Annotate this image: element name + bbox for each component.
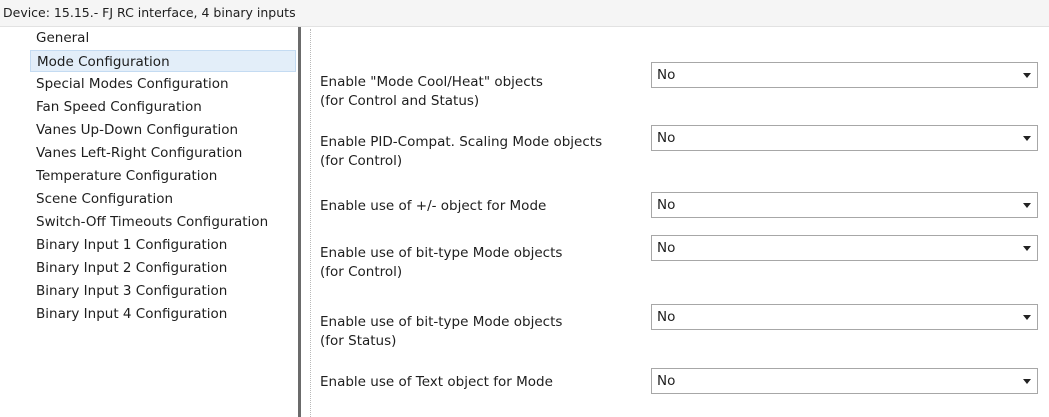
chevron-down-icon: [1023, 203, 1031, 208]
parameter-panel: Enable "Mode Cool/Heat" objects (for Con…: [304, 27, 1049, 417]
dropdown-text-object-mode[interactable]: No: [651, 368, 1038, 394]
chevron-down-icon: [1023, 246, 1031, 251]
chevron-down-icon: [1023, 315, 1031, 320]
param-label-line: Enable use of bit-type Mode objects: [320, 245, 563, 261]
param-label-bit-type-status: Enable use of bit-type Mode objects (for…: [320, 313, 640, 351]
nav-item-temperature-configuration[interactable]: Temperature Configuration: [30, 165, 296, 187]
dropdown-value: No: [657, 67, 676, 83]
nav-item-binary-input-3-configuration[interactable]: Binary Input 3 Configuration: [30, 280, 296, 302]
param-label-line: (for Status): [320, 333, 397, 349]
param-label-pid-compat-scaling: Enable PID-Compat. Scaling Mode objects …: [320, 133, 640, 171]
pane-splitter[interactable]: [298, 27, 301, 417]
dropdown-bit-type-status[interactable]: No: [651, 304, 1038, 330]
dropdown-mode-cool-heat[interactable]: No: [651, 62, 1038, 88]
param-label-bit-type-control: Enable use of bit-type Mode objects (for…: [320, 244, 640, 282]
device-title-bar: Device: 15.15.- FJ RC interface, 4 binar…: [0, 0, 1049, 27]
nav-item-scene-configuration[interactable]: Scene Configuration: [30, 188, 296, 210]
nav-item-vanes-left-right-configuration[interactable]: Vanes Left-Right Configuration: [30, 142, 296, 164]
nav-item-special-modes-configuration[interactable]: Special Modes Configuration: [30, 73, 296, 95]
param-label-line: (for Control): [320, 264, 403, 280]
param-label-line: Enable PID-Compat. Scaling Mode objects: [320, 134, 603, 150]
chevron-down-icon: [1023, 136, 1031, 141]
param-label-line: (for Control and Status): [320, 93, 480, 109]
param-label-line: Enable use of bit-type Mode objects: [320, 314, 563, 330]
dropdown-bit-type-control[interactable]: No: [651, 235, 1038, 261]
dropdown-plus-minus-mode[interactable]: No: [651, 192, 1038, 218]
nav-item-binary-input-1-configuration[interactable]: Binary Input 1 Configuration: [30, 234, 296, 256]
param-label-line: Enable use of +/- object for Mode: [320, 198, 547, 214]
dropdown-value: No: [657, 309, 676, 325]
param-label-line: (for Control): [320, 153, 403, 169]
dropdown-value: No: [657, 197, 676, 213]
param-label-mode-cool-heat: Enable "Mode Cool/Heat" objects (for Con…: [320, 73, 640, 111]
dropdown-value: No: [657, 373, 676, 389]
nav-item-vanes-up-down-configuration[interactable]: Vanes Up-Down Configuration: [30, 119, 296, 141]
dropdown-pid-compat-scaling[interactable]: No: [651, 125, 1038, 151]
param-label-line: Enable use of Text object for Mode: [320, 374, 553, 390]
nav-item-general[interactable]: General: [30, 27, 296, 49]
nav-item-binary-input-2-configuration[interactable]: Binary Input 2 Configuration: [30, 257, 296, 279]
param-label-line: Enable "Mode Cool/Heat" objects: [320, 74, 543, 90]
parameter-navigation: General Mode Configuration Special Modes…: [0, 27, 297, 417]
nav-item-fan-speed-configuration[interactable]: Fan Speed Configuration: [30, 96, 296, 118]
param-label-text-object-mode: Enable use of Text object for Mode: [320, 373, 640, 392]
dropdown-value: No: [657, 130, 676, 146]
nav-item-mode-configuration[interactable]: Mode Configuration: [30, 50, 296, 72]
nav-item-switch-off-timeouts-configuration[interactable]: Switch-Off Timeouts Configuration: [30, 211, 296, 233]
nav-item-binary-input-4-configuration[interactable]: Binary Input 4 Configuration: [30, 303, 296, 325]
chevron-down-icon: [1023, 73, 1031, 78]
dropdown-value: No: [657, 240, 676, 256]
param-label-plus-minus-mode: Enable use of +/- object for Mode: [320, 197, 640, 216]
device-title: Device: 15.15.- FJ RC interface, 4 binar…: [3, 5, 296, 20]
chevron-down-icon: [1023, 379, 1031, 384]
